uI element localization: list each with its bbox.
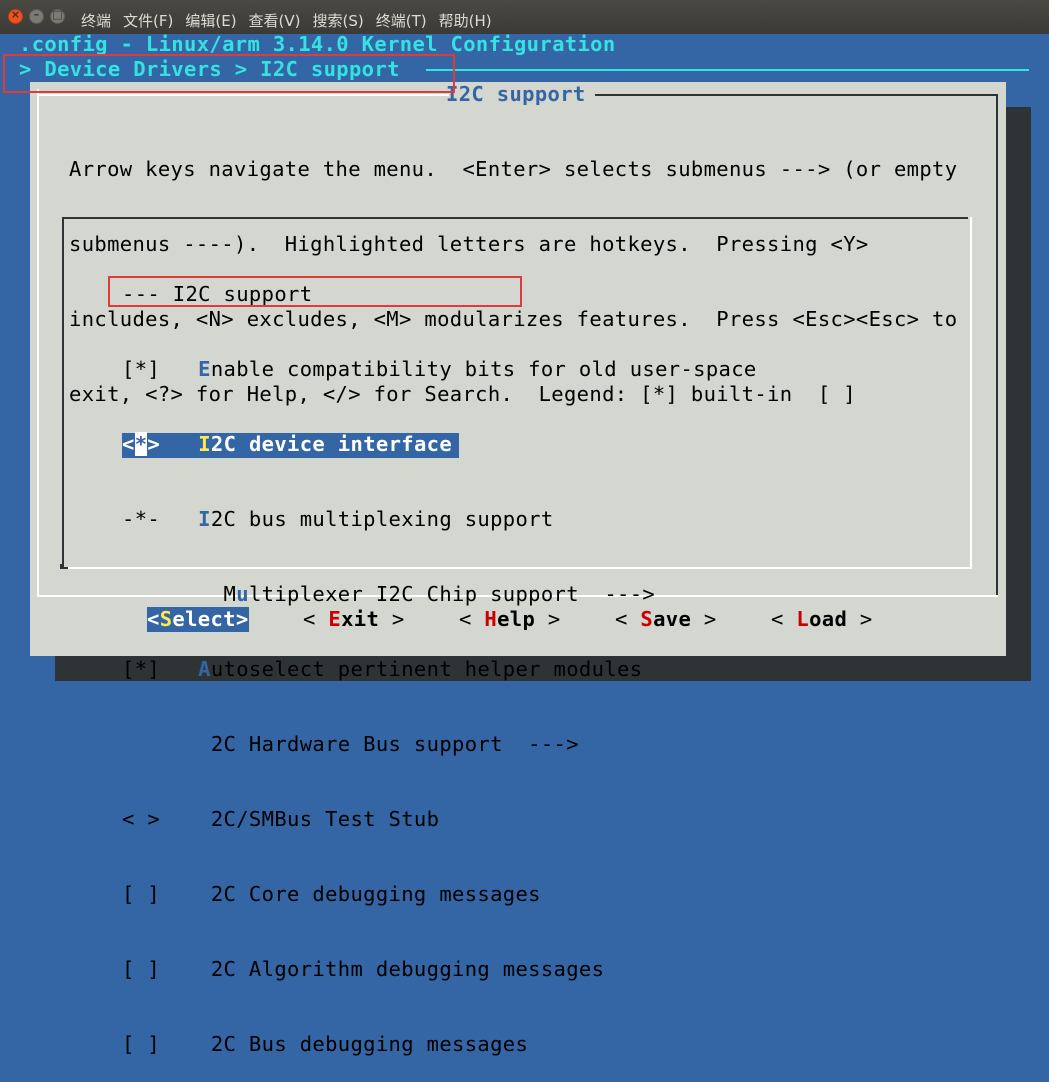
maximize-icon: □ [52, 8, 63, 21]
menu-list: --- I2C support [*] Enable compatibility… [122, 232, 757, 1082]
menu-item-label: nable compatibility bits for old user-sp… [210, 357, 757, 381]
menu-item-hotkey: I [198, 507, 211, 531]
menu-item-hotkey: E [198, 357, 211, 381]
menu-item-hotkey: I [198, 1032, 211, 1056]
button-bracket: < [303, 607, 329, 631]
dialog-frame-top-left [37, 94, 449, 96]
button-bracket: < [147, 607, 160, 631]
menu-box-border-right [970, 217, 972, 569]
menu-item-label: 2C bus multiplexing support [210, 507, 554, 531]
menu-item-label: 2C device interface [210, 432, 453, 456]
maximize-window-button[interactable]: □ [50, 8, 65, 24]
dialog-title: I2C support [446, 82, 586, 106]
save-button[interactable]: < Save > [615, 607, 717, 632]
dialog-frame-top-right [595, 94, 997, 96]
annotation-box-breadcrumb [3, 54, 455, 93]
menu-terminal-app[interactable]: 终端 [81, 10, 111, 31]
menu-item-label: 2C/SMBus Test Stub [210, 807, 440, 831]
menu-item-prefix: < > [122, 807, 199, 831]
select-button[interactable]: <Select> [147, 607, 249, 632]
menu-item-label: utoselect pertinent helper modules [210, 657, 643, 681]
menu-item-i2c-device-interface[interactable]: <*> I2C device interface [122, 432, 757, 458]
button-label: ave [653, 607, 692, 631]
menu-item-core-debug[interactable]: [ ] I2C Core debugging messages [122, 882, 757, 907]
button-bracket: > [691, 607, 717, 631]
button-bracket: < [771, 607, 797, 631]
exit-button[interactable]: < Exit > [303, 607, 405, 632]
button-hotkey: L [796, 607, 810, 631]
load-button[interactable]: < Load > [771, 607, 873, 632]
button-bracket: < [459, 607, 485, 631]
minimize-icon: – [33, 8, 40, 21]
menu-item-smbus-test-stub[interactable]: < > I2C/SMBus Test Stub [122, 807, 757, 832]
annotation-box-selected-item [108, 276, 522, 307]
menu-item-compat-bits[interactable]: [*] Enable compatibility bits for old us… [122, 357, 757, 382]
menu-item-label: ltiplexer I2C Chip support ---> [248, 582, 656, 606]
dialog-frame-right [996, 94, 998, 597]
help-line: Arrow keys navigate the menu. <Enter> se… [69, 157, 958, 181]
menu-item-hotkey: I [198, 882, 211, 906]
minimize-window-button[interactable]: – [29, 8, 44, 24]
menu-file[interactable]: 文件(F) [123, 10, 173, 31]
menu-item-i2c-bus-mux[interactable]: -*- I2C bus multiplexing support [122, 507, 757, 532]
menu-item-algorithm-debug[interactable]: [ ] I2C Algorithm debugging messages [122, 957, 757, 982]
menu-item-hotkey: A [198, 657, 211, 681]
menu-box-border-left [62, 217, 64, 568]
menu-item-label: 2C Hardware Bus support ---> [210, 732, 579, 756]
button-hotkey: S [640, 607, 654, 631]
menu-item-hotkey: I [198, 732, 211, 756]
breadcrumb-divider [426, 69, 1029, 71]
menu-search[interactable]: 搜索(S) [313, 10, 364, 31]
button-bracket: > [235, 607, 249, 631]
menu-item-hotkey: u [236, 582, 249, 606]
menu-item-prefix: [*] [122, 357, 199, 381]
button-bracket: > [535, 607, 561, 631]
menu-box-corner [60, 564, 68, 569]
menu-item-bus-debug[interactable]: [ ] I2C Bus debugging messages [122, 1032, 757, 1057]
close-icon: × [10, 8, 21, 21]
menu-item-prefix: [ ] [122, 882, 199, 906]
menu-item-prefix: M [122, 582, 237, 606]
button-bracket: > [379, 607, 405, 631]
button-bracket: > [847, 607, 873, 631]
window-titlebar: × – □ 终端 文件(F) 编辑(E) 查看(V) 搜索(S) 终端(T) 帮… [0, 0, 1049, 34]
menu-item-mux-chip-support[interactable]: Multiplexer I2C Chip support ---> [122, 582, 757, 607]
button-hotkey: S [159, 607, 173, 631]
menu-item-prefix: [ ] [122, 957, 199, 981]
help-button[interactable]: < Help > [459, 607, 561, 632]
menu-edit[interactable]: 编辑(E) [185, 10, 236, 31]
menu-item-autoselect-helpers[interactable]: [*] Autoselect pertinent helper modules [122, 657, 757, 682]
button-bar: <Select> < Exit > < Help > < Save > < Lo… [147, 607, 872, 757]
menu-item-prefix: -*- [122, 507, 199, 531]
menu-help[interactable]: 帮助(H) [439, 10, 492, 31]
menu-item-hotkey: I [198, 432, 211, 456]
button-label: elp [497, 607, 536, 631]
menu-bar: 终端 文件(F) 编辑(E) 查看(V) 搜索(S) 终端(T) 帮助(H) [81, 10, 492, 31]
close-window-button[interactable]: × [8, 8, 23, 24]
menu-box-border-top [62, 217, 968, 219]
button-label: oad [809, 607, 848, 631]
button-hotkey: E [328, 607, 342, 631]
menu-item-label: 2C Bus debugging messages [210, 1032, 529, 1056]
menu-terminal[interactable]: 终端(T) [376, 10, 427, 31]
dialog-frame-left [37, 89, 39, 597]
menu-view[interactable]: 查看(V) [249, 10, 301, 31]
menu-item-hotkey: I [198, 957, 211, 981]
menu-item-hardware-bus-support[interactable]: I2C Hardware Bus support ---> [122, 732, 757, 757]
button-label: elect [172, 607, 236, 631]
menu-item-label: 2C Algorithm debugging messages [210, 957, 605, 981]
menu-item-prefix: [ ] [122, 1032, 199, 1056]
button-hotkey: H [484, 607, 498, 631]
button-bracket: < [615, 607, 641, 631]
menu-item-hotkey: I [198, 807, 211, 831]
button-label: xit [341, 607, 380, 631]
menu-item-label: 2C Core debugging messages [210, 882, 541, 906]
